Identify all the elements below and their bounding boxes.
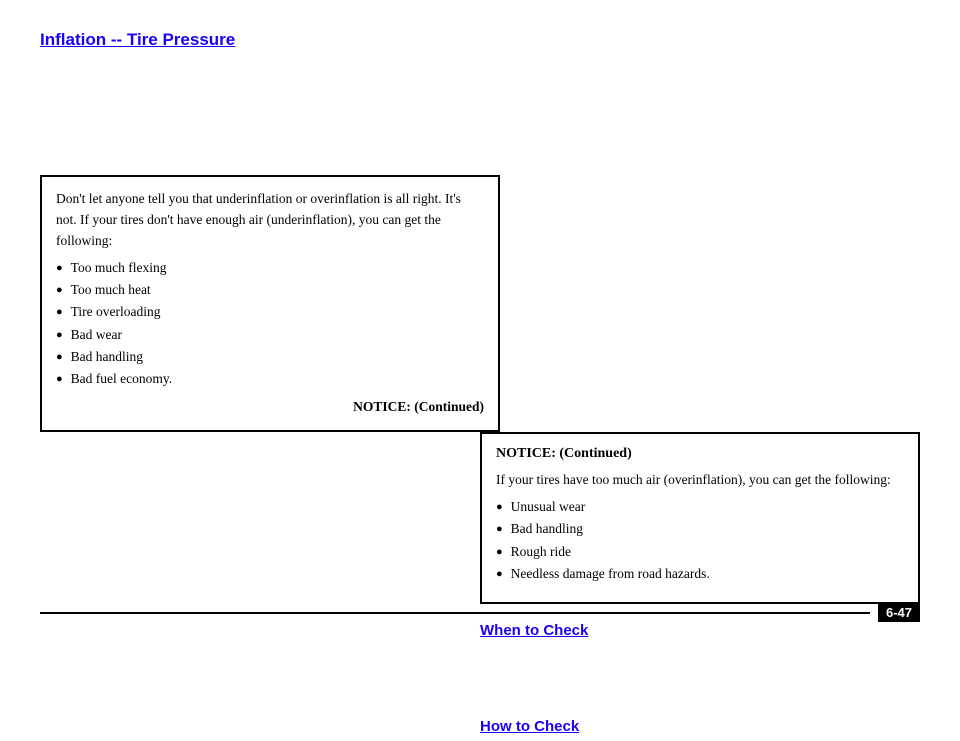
underinflation-bullet-list: Too much flexing Too much heat Tire over… [56,258,484,390]
list-item: Bad fuel economy. [56,369,484,389]
list-item: Rough ride [496,542,904,562]
list-item: Too much flexing [56,258,484,278]
page-number: 6-47 [878,603,920,622]
list-item: Unusual wear [496,497,904,517]
notice-box-underinflation: Don't let anyone tell you that underinfl… [40,175,500,432]
notice-box-overinflation: NOTICE: (Continued) If your tires have t… [480,432,920,604]
when-to-check-heading: When to Check [480,622,920,639]
notice-continued-header: NOTICE: (Continued) [496,446,904,462]
overinflation-bullet-list: Unusual wear Bad handling Rough ride Nee… [496,497,904,584]
list-item: Needless damage from road hazards. [496,564,904,584]
bottom-bar: 6-47 [0,603,960,622]
notice-underinflation-intro: Don't let anyone tell you that underinfl… [56,189,484,252]
list-item: Bad wear [56,325,484,345]
list-item: Too much heat [56,280,484,300]
bottom-line [40,612,870,614]
notice-overinflation-intro: If your tires have too much air (overinf… [496,470,904,491]
list-item: Bad handling [496,519,904,539]
page-title: Inflation -- Tire Pressure [40,30,500,50]
list-item: Bad handling [56,347,484,367]
how-to-check-heading: How to Check [480,718,920,735]
notice-continued-label: NOTICE: (Continued) [56,397,484,418]
list-item: Tire overloading [56,302,484,322]
